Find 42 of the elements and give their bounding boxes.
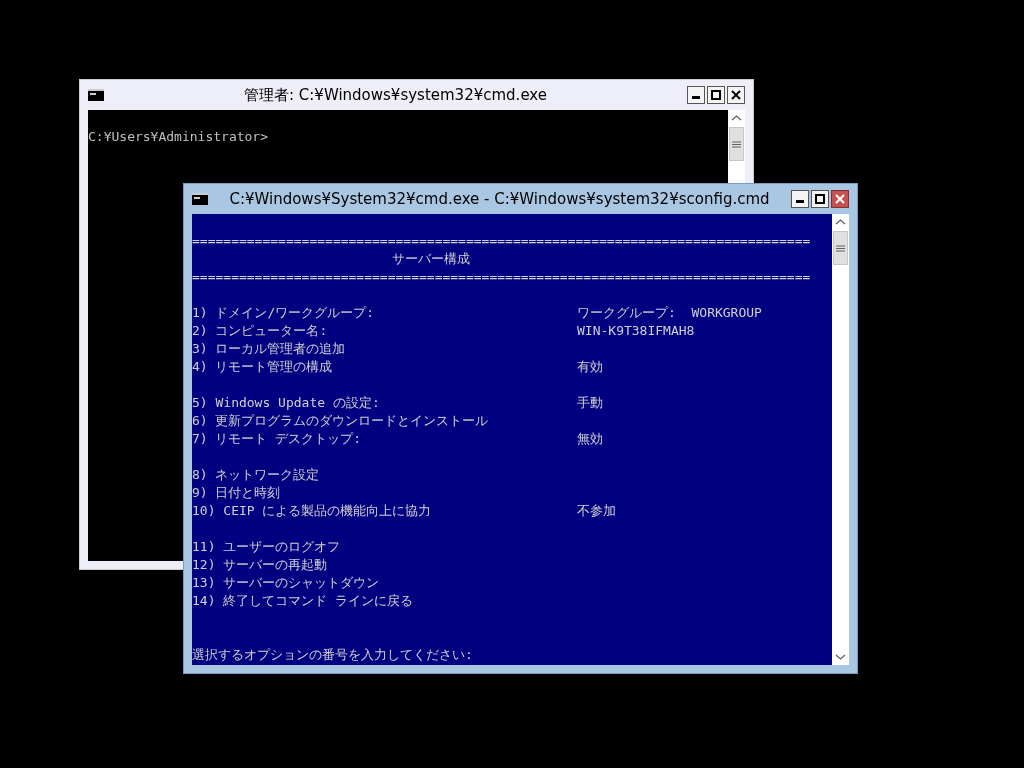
menu-option: 9) 日付と時刻 (192, 484, 577, 502)
scroll-thumb[interactable] (833, 231, 848, 265)
maximize-button[interactable] (707, 86, 725, 104)
console-icon (88, 89, 104, 101)
close-icon (731, 90, 741, 100)
minimize-button[interactable] (791, 190, 809, 208)
menu-option: 2) コンピューター名: (192, 322, 577, 340)
maximize-button[interactable] (811, 190, 829, 208)
option-value: 手動 (577, 394, 603, 412)
maximize-icon (711, 90, 721, 100)
menu-option: 8) ネットワーク設定 (192, 466, 577, 484)
option-value: 有効 (577, 358, 603, 376)
close-button[interactable] (727, 86, 745, 104)
scroll-thumb[interactable] (729, 127, 744, 161)
menu-option: 5) Windows Update の設定: (192, 394, 577, 412)
menu-option: 13) サーバーのシャットダウン (192, 574, 577, 592)
scrollbar[interactable] (832, 214, 849, 665)
window-title: C:¥Windows¥System32¥cmd.exe - C:¥Windows¥system32¥sconfig.cmd (228, 190, 771, 208)
menu-option: 14) 終了してコマンド ラインに戻る (192, 592, 577, 610)
maximize-icon (815, 194, 825, 204)
window-title: 管理者: C:¥Windows¥system32¥cmd.exe (243, 85, 548, 105)
menu-option: 1) ドメイン/ワークグループ: (192, 304, 577, 322)
separator-line: =============================================================================== (192, 268, 811, 286)
option-value: WIN-K9T38IFMAH8 (577, 322, 695, 340)
menu-option: 6) 更新プログラムのダウンロードとインストール (192, 412, 577, 430)
separator-line: =============================================================================== (192, 232, 811, 250)
option-value: 不参加 (577, 502, 616, 520)
close-button[interactable] (831, 190, 849, 208)
menu-option: 3) ローカル管理者の追加 (192, 340, 577, 358)
console-icon (192, 193, 208, 205)
menu-option: 11) ユーザーのログオフ (192, 538, 577, 556)
menu-option: 4) リモート管理の構成 (192, 358, 577, 376)
console-prompt: 選択するオプションの番号を入力してください: (192, 646, 473, 664)
console-heading: サーバー構成 (392, 250, 470, 268)
minimize-button[interactable] (687, 86, 705, 104)
option-value: 無効 (577, 430, 603, 448)
option-value: ワークグループ: WORKGROUP (577, 304, 762, 322)
console-prompt: C:¥Users¥Administrator> (88, 128, 268, 146)
menu-option: 10) CEIP による製品の機能向上に協力 (192, 502, 577, 520)
close-icon (835, 194, 845, 204)
menu-option: 7) リモート デスクトップ: (192, 430, 577, 448)
menu-option: 12) サーバーの再起動 (192, 556, 577, 574)
